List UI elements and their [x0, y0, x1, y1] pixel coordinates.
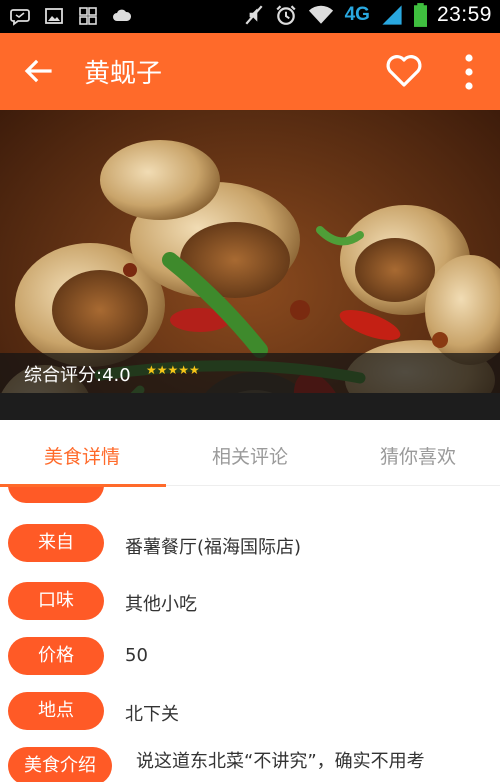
label-taste: 口味: [8, 582, 104, 620]
arrow-left-icon[interactable]: [22, 55, 54, 87]
star-rating: ★★★★★: [146, 363, 200, 377]
food-photo: 综合评分:4.0 ★★★★★: [0, 110, 500, 420]
food-intro-text: 说这道东北菜“不讲究”，确实不用考: [136, 751, 425, 772]
page-title: 黄蚬子: [84, 59, 163, 89]
signal-icon: [382, 5, 402, 25]
detail-tabs: 美食详情 相关评论 猜你喜欢: [0, 420, 500, 487]
value-taste: 其他小吃: [125, 594, 197, 615]
clock-time: 23:59: [436, 3, 492, 26]
grid-icon: [79, 7, 97, 25]
status-bar: 4G 23:59: [0, 0, 500, 33]
wifi-icon: [308, 5, 333, 24]
overall-rating: 综合评分:4.0: [24, 365, 131, 386]
status-left-icons: [10, 6, 132, 26]
label-intro: 美食介绍: [8, 747, 112, 782]
image-icon: [45, 8, 63, 24]
clipped-label-pill: [8, 487, 104, 503]
food-details-list[interactable]: 来自 番薯餐厅(福海国际店) 口味 其他小吃 价格 50 地点 北下关 美食介绍…: [0, 487, 500, 782]
value-location: 北下关: [125, 704, 179, 725]
value-price: 50: [125, 645, 148, 666]
message-icon: [10, 9, 30, 26]
more-vertical-icon[interactable]: [458, 53, 480, 91]
tab-food-details[interactable]: 美食详情: [44, 442, 120, 469]
status-right-icons: 4G 23:59: [243, 3, 492, 27]
network-type: 4G: [344, 4, 370, 25]
label-price: 价格: [8, 637, 104, 675]
tab-related-comments[interactable]: 相关评论: [212, 442, 288, 469]
mute-icon: [245, 5, 263, 25]
label-location: 地点: [8, 692, 104, 730]
value-from: 番薯餐厅(福海国际店): [125, 537, 302, 558]
rating-shadow: [0, 393, 500, 420]
cloud-icon: [113, 9, 132, 21]
label-from: 来自: [8, 524, 104, 562]
rating-overlay: 综合评分:4.0 ★★★★★: [0, 353, 500, 393]
app-bar: 黄蚬子: [0, 33, 500, 110]
battery-icon: [413, 3, 427, 27]
alarm-icon: [276, 5, 296, 25]
tab-you-may-like[interactable]: 猜你喜欢: [380, 442, 456, 469]
heart-outline-icon[interactable]: [384, 51, 424, 91]
